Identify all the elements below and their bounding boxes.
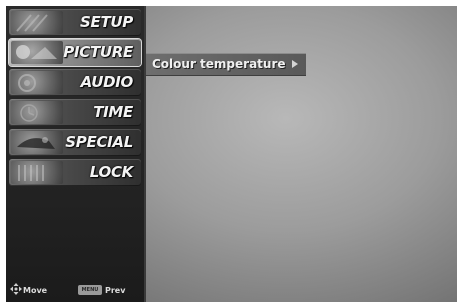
arrow-right-icon [292, 60, 298, 68]
osd-screen: SETUP PICTURE AUDIO TIME SPECIAL LOCK Mo… [6, 6, 457, 302]
submenu-colour-temperature[interactable]: Colour temperature [146, 53, 306, 76]
special-thumbnail-icon [11, 131, 63, 154]
time-thumbnail-icon [11, 101, 63, 124]
menu-item-setup[interactable]: SETUP [9, 9, 141, 36]
submenu-label: Colour temperature [152, 57, 286, 71]
menu-item-label: TIME [93, 103, 133, 121]
move-label: Move [23, 286, 48, 295]
menu-item-time[interactable]: TIME [9, 99, 141, 126]
setup-thumbnail-icon [11, 11, 63, 34]
audio-thumbnail-icon [11, 71, 63, 94]
key-guide-footer: Move MENU Prev [6, 282, 144, 300]
prev-label: Prev [105, 286, 126, 295]
four-way-arrow-icon [10, 283, 22, 295]
menu-item-label: PICTURE [63, 43, 133, 61]
menu-item-audio[interactable]: AUDIO [9, 69, 141, 96]
menu-key-badge: MENU [78, 285, 102, 295]
menu-item-label: SETUP [80, 13, 133, 31]
menu-item-special[interactable]: SPECIAL [9, 129, 141, 156]
menu-item-lock[interactable]: LOCK [9, 159, 141, 186]
lock-thumbnail-icon [11, 161, 63, 184]
main-menu-sidebar: SETUP PICTURE AUDIO TIME SPECIAL LOCK Mo… [6, 6, 146, 302]
menu-item-picture[interactable]: PICTURE [9, 39, 141, 66]
menu-item-label: LOCK [89, 163, 134, 181]
menu-item-label: AUDIO [80, 73, 134, 91]
picture-thumbnail-icon [11, 41, 63, 64]
menu-item-label: SPECIAL [65, 133, 133, 151]
